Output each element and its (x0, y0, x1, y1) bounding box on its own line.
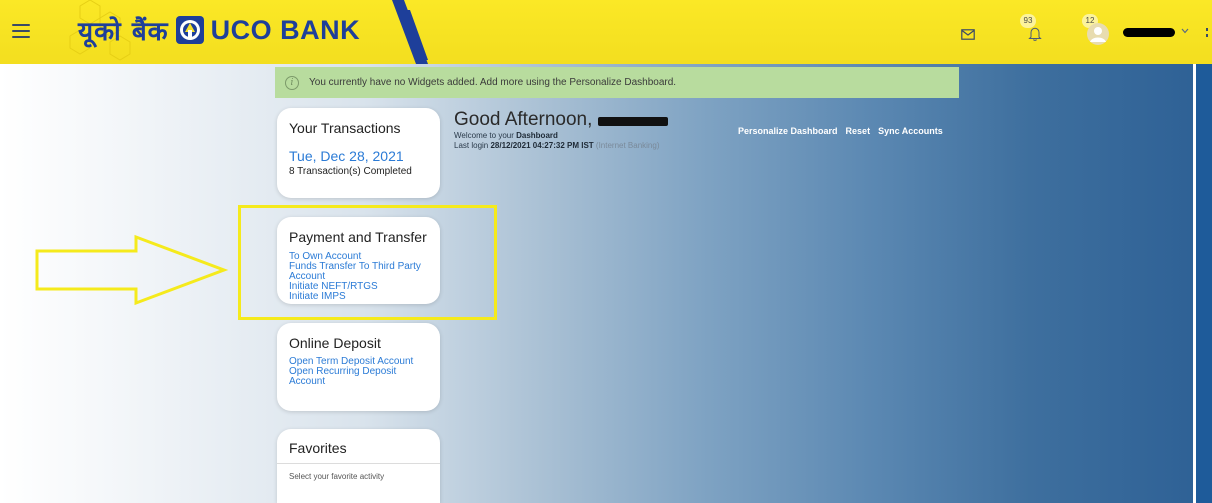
arrow-annotation (35, 234, 229, 306)
divider (277, 463, 440, 464)
card-title: Online Deposit (289, 335, 381, 351)
highlight-box-annotation (238, 205, 497, 320)
profile-button[interactable]: 12 (1078, 14, 1112, 50)
card-title: Favorites (289, 440, 347, 456)
avatar-icon (1087, 23, 1109, 45)
last-login-value: 28/12/2021 04:27:32 PM IST (490, 141, 594, 150)
reset-link[interactable]: Reset (846, 126, 871, 136)
user-name-redacted[interactable] (1123, 28, 1175, 37)
last-login-line: Last login 28/12/2021 04:27:32 PM IST (I… (454, 141, 668, 150)
greeting-text: Good Afternoon, (454, 109, 593, 130)
card-title: Your Transactions (289, 120, 401, 136)
favorites-card: Favorites Select your favorite activity (277, 429, 440, 503)
info-icon: i (285, 75, 299, 90)
sync-accounts-link[interactable]: Sync Accounts (878, 126, 943, 136)
slash-decoration (392, 0, 428, 64)
menu-icon[interactable] (12, 24, 30, 38)
logo-english-text: UCO BANK (210, 14, 361, 45)
personalize-dashboard-link[interactable]: Personalize Dashboard (738, 126, 838, 136)
transaction-count: 8 Transaction(s) Completed (289, 166, 412, 177)
favorites-hint[interactable]: Select your favorite activity (289, 472, 428, 481)
last-login-label: Last login (454, 141, 489, 150)
welcome-dashboard: Dashboard (516, 131, 558, 140)
notifications-button[interactable]: 93 (1020, 14, 1050, 50)
welcome-prefix: Welcome to your (454, 131, 514, 140)
more-options-icon[interactable] (1203, 28, 1209, 40)
right-edge-panel (1196, 64, 1212, 503)
mail-icon[interactable] (961, 29, 975, 40)
greeting-block: Good Afternoon, Welcome to your Dashboar… (454, 109, 669, 150)
transaction-date[interactable]: Tue, Dec 28, 2021 (289, 148, 428, 164)
chevron-down-icon[interactable] (1181, 28, 1189, 34)
online-deposit-card: Online Deposit Open Term Deposit Account… (277, 323, 440, 411)
no-widgets-info-bar: i You currently have no Widgets added. A… (275, 67, 959, 98)
last-login-channel: (Internet Banking) (595, 141, 660, 150)
info-bar-text: You currently have no Widgets added. Add… (309, 77, 677, 88)
transactions-card[interactable]: Your Transactions Tue, Dec 28, 2021 8 Tr… (277, 108, 440, 198)
user-name-redacted (598, 117, 669, 126)
bell-icon (1028, 27, 1042, 41)
welcome-line: Welcome to your Dashboard (454, 131, 668, 140)
logo-hindi-text: यूको बैंक (78, 17, 169, 47)
uco-bank-logo[interactable]: यूको बैंक UCO BANK (78, 10, 360, 50)
uco-emblem-icon (175, 16, 204, 44)
open-recurring-deposit-link[interactable]: Open Recurring Deposit Account (289, 367, 428, 387)
dashboard-actions: Personalize Dashboard Reset Sync Account… (738, 126, 943, 136)
top-header: यूको बैंक UCO BANK 93 12 (0, 0, 1212, 64)
